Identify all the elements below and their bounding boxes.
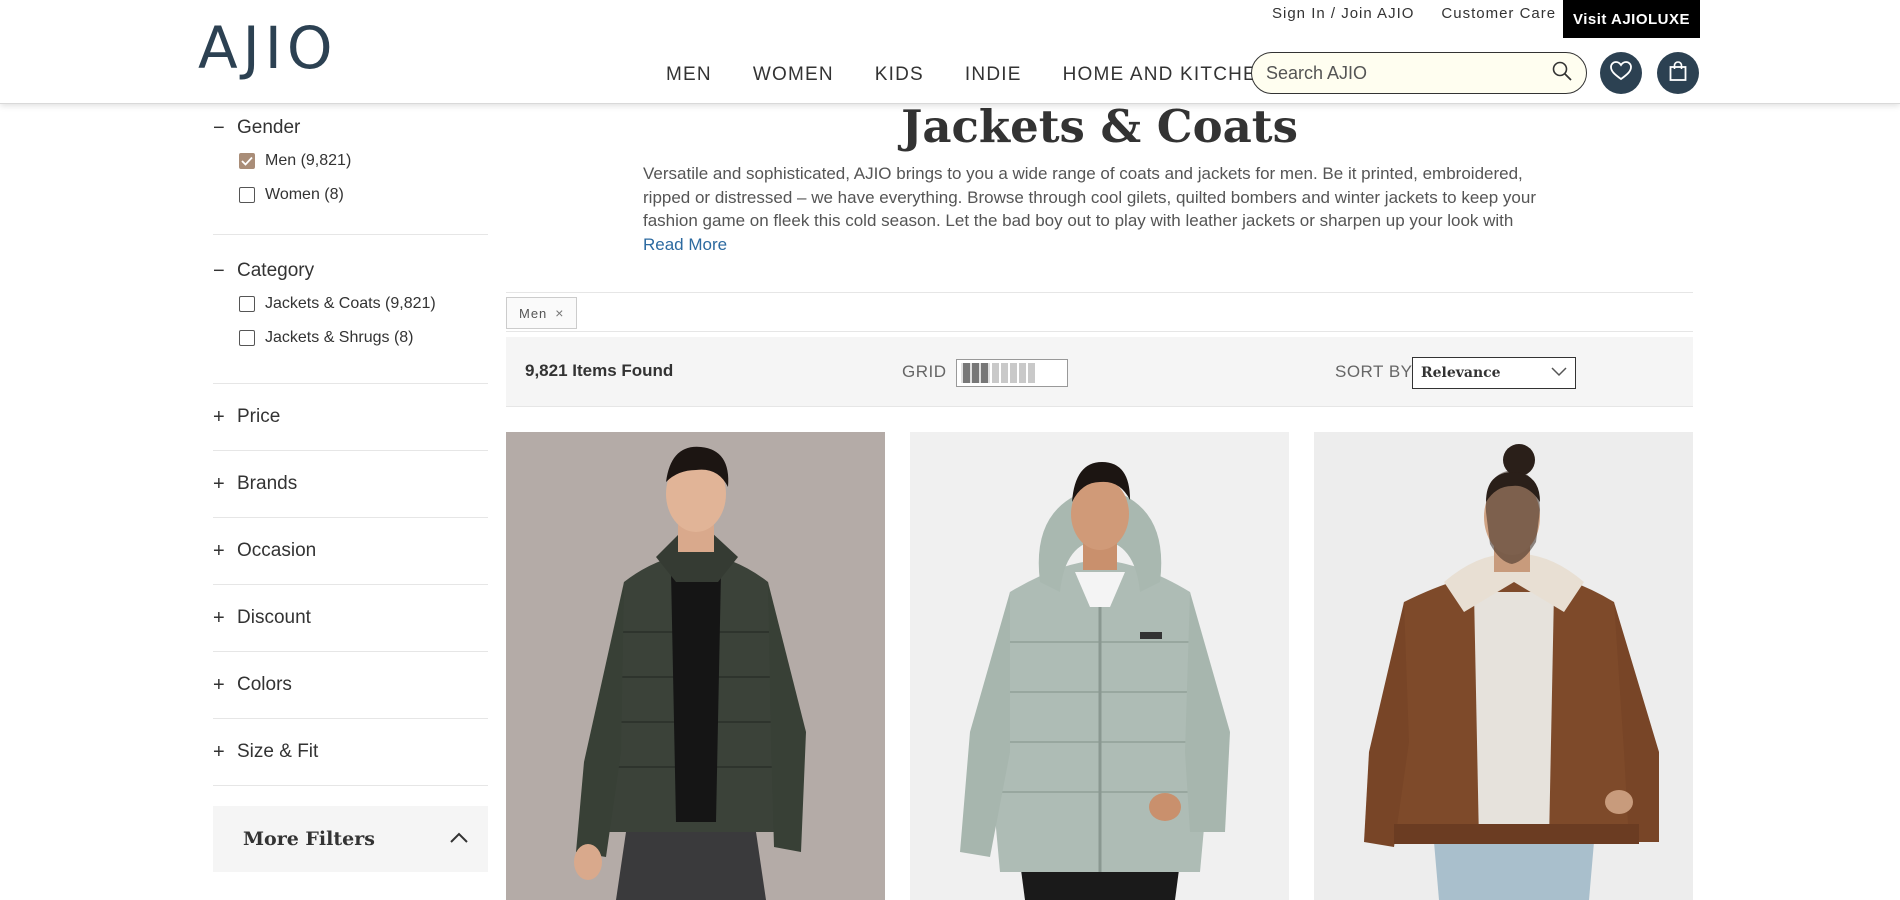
grid-view-toggle — [956, 359, 1068, 387]
ajio-logo[interactable]: AJIO — [198, 18, 338, 78]
collapse-icon: − — [213, 259, 225, 282]
product-card[interactable] — [910, 432, 1289, 900]
facet-brands[interactable]: + Brands — [213, 451, 488, 518]
product-image — [910, 432, 1289, 900]
chevron-down-icon — [1551, 365, 1567, 381]
facet-discount[interactable]: + Discount — [213, 585, 488, 652]
chip-label: Men — [519, 305, 548, 321]
category-description: Versatile and sophisticated, AJIO brings… — [643, 162, 1538, 256]
visit-ajioluxe-button[interactable]: Visit AJIOLUXE — [1563, 0, 1700, 38]
expand-icon: + — [213, 405, 225, 428]
page-title: Jackets & Coats — [901, 100, 1298, 153]
sign-in-link[interactable]: Sign In / Join AJIO — [1272, 5, 1414, 22]
facet-title: Size & Fit — [237, 741, 319, 762]
filter-option-label: Women (8) — [265, 186, 344, 203]
nav-home-and-kitchen[interactable]: HOME AND KITCHEN — [1063, 64, 1272, 86]
facet-title: Price — [237, 406, 281, 427]
heart-icon — [1610, 60, 1632, 86]
collapse-icon: − — [213, 116, 225, 139]
facet-price[interactable]: + Price — [213, 384, 488, 451]
facet-gender-header[interactable]: − Gender — [213, 112, 488, 144]
facet-title: Occasion — [237, 540, 317, 561]
product-grid — [506, 432, 1693, 900]
search-icon[interactable] — [1552, 61, 1572, 86]
grid-3-column-option[interactable] — [961, 363, 990, 383]
checkbox[interactable] — [239, 296, 255, 312]
filter-chip-men: Men × — [506, 297, 578, 329]
filter-option-jackets-shrugs[interactable]: Jackets & Shrugs (8) — [239, 321, 488, 355]
filter-option-label: Jackets & Coats (9,821) — [265, 295, 436, 312]
checkbox[interactable] — [239, 330, 255, 346]
facet-category-header[interactable]: − Category — [213, 255, 488, 287]
filter-option-women[interactable]: Women (8) — [239, 178, 488, 212]
results-toolbar: 9,821 Items Found GRID SORT BY Relevance — [506, 337, 1693, 407]
main-nav: MEN WOMEN KIDS INDIE HOME AND KITCHEN — [666, 64, 1313, 86]
grid-5-column-option[interactable] — [990, 363, 1037, 383]
facet-title: Colors — [237, 674, 292, 695]
product-card[interactable] — [1314, 432, 1693, 900]
read-more-link[interactable]: Read More — [643, 233, 1538, 257]
filter-option-jackets-coats[interactable]: Jackets & Coats (9,821) — [239, 287, 488, 321]
description-text: Versatile and sophisticated, AJIO brings… — [643, 164, 1536, 230]
expand-icon: + — [213, 539, 225, 562]
filter-option-label: Men (9,821) — [265, 152, 352, 169]
expand-icon: + — [213, 472, 225, 495]
customer-care-link[interactable]: Customer Care — [1441, 5, 1556, 22]
facet-colors[interactable]: + Colors — [213, 652, 488, 719]
search-box — [1251, 52, 1587, 94]
checkbox[interactable] — [239, 187, 255, 203]
chevron-up-icon — [450, 830, 468, 848]
search-input[interactable] — [1266, 62, 1552, 84]
sort-selected-value: Relevance — [1421, 365, 1501, 381]
nav-women[interactable]: WOMEN — [753, 64, 834, 86]
filter-option-men[interactable]: Men (9,821) — [239, 144, 488, 178]
facet-occasion[interactable]: + Occasion — [213, 518, 488, 585]
wishlist-button[interactable] — [1600, 52, 1642, 94]
nav-men[interactable]: MEN — [666, 64, 712, 86]
items-found-count: 9,821 Items Found — [525, 361, 674, 380]
site-header: AJIO Sign In / Join AJIO Customer Care V… — [0, 0, 1900, 104]
filter-option-label: Jackets & Shrugs (8) — [265, 329, 414, 346]
product-image — [1314, 432, 1693, 900]
close-icon[interactable]: × — [555, 305, 564, 321]
product-card[interactable] — [506, 432, 885, 900]
facet-category: − Category Jackets & Coats (9,821) Jacke… — [213, 255, 488, 384]
facet-gender: − Gender Men (9,821) Women (8) — [213, 112, 488, 235]
cart-button[interactable] — [1657, 52, 1699, 94]
checkbox-checked[interactable] — [239, 153, 255, 169]
sort-dropdown[interactable]: Relevance — [1412, 357, 1576, 389]
expand-icon: + — [213, 606, 225, 629]
applied-filters-bar: Men × — [506, 292, 1693, 332]
grid-label: GRID — [902, 362, 947, 381]
expand-icon: + — [213, 673, 225, 696]
shopping-bag-icon — [1669, 60, 1687, 86]
nav-indie[interactable]: INDIE — [965, 64, 1022, 86]
facet-title: Discount — [237, 607, 311, 628]
more-filters-label: More Filters — [243, 828, 375, 850]
facet-title: Gender — [237, 117, 301, 138]
facet-size-fit[interactable]: + Size & Fit — [213, 719, 488, 786]
nav-kids[interactable]: KIDS — [875, 64, 924, 86]
more-filters-button[interactable]: More Filters — [213, 806, 488, 872]
sort-by-label: SORT BY — [1335, 362, 1413, 381]
filter-sidebar: − Gender Men (9,821) Women (8) − Categor… — [213, 104, 488, 872]
facet-title: Category — [237, 260, 315, 281]
facet-title: Brands — [237, 473, 298, 494]
expand-icon: + — [213, 740, 225, 763]
product-image — [506, 432, 885, 900]
